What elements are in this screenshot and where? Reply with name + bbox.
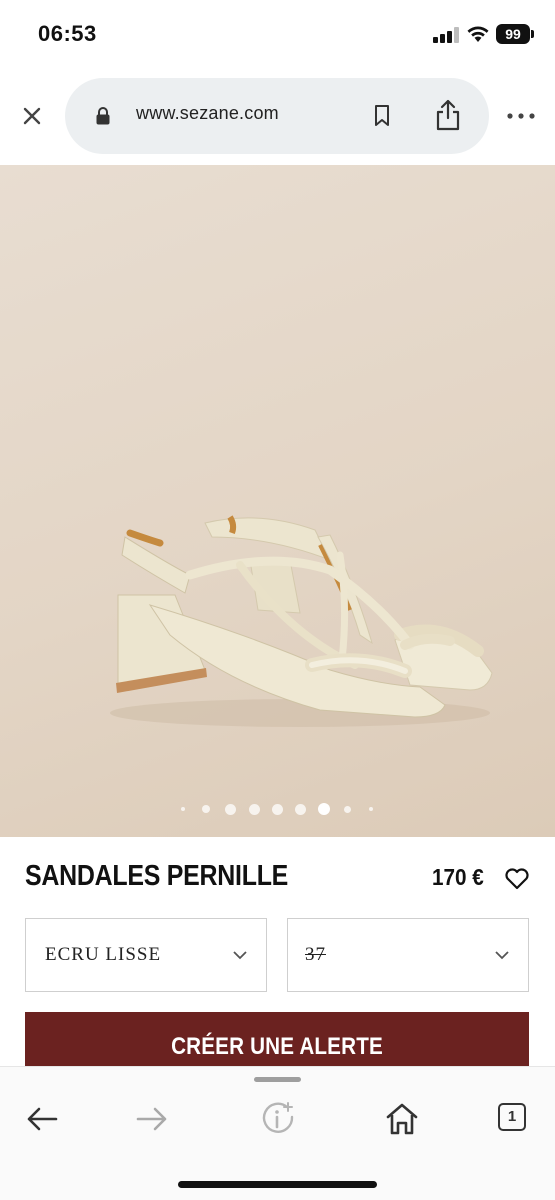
carousel-dot[interactable] [181,807,185,811]
product-title: SANDALES PERNILLE [25,860,289,892]
lock-icon [96,107,110,125]
share-icon[interactable] [434,98,462,132]
carousel-dot[interactable] [343,805,351,813]
product-image[interactable] [0,165,555,837]
sandal-illustration [110,515,493,727]
tabs-button[interactable]: 1 [498,1103,538,1143]
cellular-signal-icon [433,27,461,43]
home-indicator [178,1181,377,1188]
status-time: 06:53 [38,21,97,46]
battery-cap [531,30,534,38]
create-alert-label: CRÉER UNE ALERTE [171,1033,383,1060]
size-select-value: 37 [305,944,326,965]
back-arrow-icon[interactable] [22,1099,62,1139]
close-icon[interactable] [20,104,44,128]
front-sandal [116,529,455,718]
carousel-dot[interactable] [248,803,260,815]
browser-address-row: www.sezane.com [0,70,555,165]
forward-arrow-icon[interactable] [132,1099,172,1139]
chevron-down-icon [233,951,247,960]
color-select-value: ECRU LISSE [45,944,162,965]
sheet-grabber[interactable] [254,1077,301,1082]
carousel-dot[interactable] [369,807,373,811]
status-bar: 06:53 99 [0,0,555,70]
carousel-dot[interactable] [294,803,306,815]
carousel-dots[interactable] [0,801,555,821]
chevron-down-icon [495,951,509,960]
bookmark-icon[interactable] [372,104,392,128]
carousel-dot[interactable] [202,805,210,813]
home-icon[interactable] [382,1099,422,1139]
url-text: www.sezane.com [136,103,279,123]
heart-icon[interactable] [504,867,530,891]
carousel-dot[interactable] [318,803,330,815]
size-select[interactable]: 37 [287,918,529,992]
carousel-dot[interactable] [224,803,236,815]
browser-toolbar: 1 [0,1066,555,1200]
product-price: 170 € [432,864,484,890]
wifi-icon [467,26,489,42]
more-options-icon[interactable] [506,106,536,126]
tabs-count: 1 [498,1103,526,1131]
battery-icon: 99 [496,24,530,44]
address-bar[interactable]: www.sezane.com [65,78,489,154]
carousel-dot[interactable] [271,803,283,815]
color-select[interactable]: ECRU LISSE [25,918,267,992]
page-info-icon[interactable] [258,1099,298,1139]
